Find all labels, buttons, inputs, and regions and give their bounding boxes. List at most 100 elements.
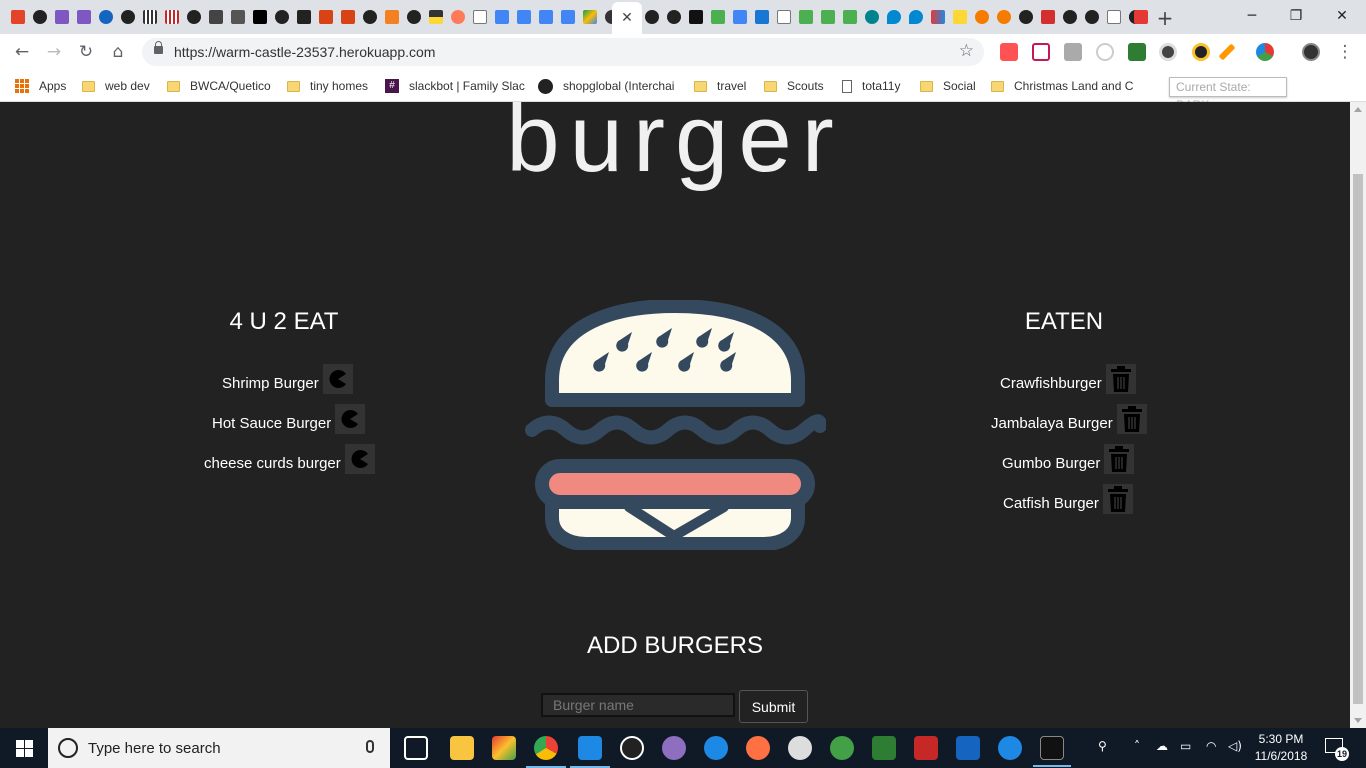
bookmark-folder[interactable]: Scouts	[764, 77, 824, 95]
vscode-icon[interactable]	[570, 736, 610, 768]
tab[interactable]	[686, 5, 706, 29]
chevron-up-icon[interactable]: ˄	[1134, 739, 1140, 753]
forward-button[interactable]: →	[42, 40, 66, 64]
tab[interactable]	[1016, 5, 1036, 29]
tab[interactable]	[74, 5, 94, 29]
tab[interactable]	[1082, 5, 1102, 29]
close-icon[interactable]: ✕	[621, 10, 633, 26]
tab[interactable]	[250, 5, 270, 29]
app-icon[interactable]	[872, 736, 896, 760]
page-scrollbar[interactable]	[1350, 102, 1366, 728]
tab[interactable]	[1132, 5, 1150, 29]
tab[interactable]	[426, 5, 446, 29]
tab[interactable]	[950, 5, 970, 29]
tab[interactable]	[96, 5, 116, 29]
tab[interactable]	[862, 5, 882, 29]
bookmark-link[interactable]: tota11y	[842, 77, 900, 95]
tab[interactable]	[382, 5, 402, 29]
extension-icon[interactable]	[1000, 43, 1018, 61]
tab[interactable]	[972, 5, 992, 29]
tab-active[interactable]: ✕	[612, 2, 642, 34]
tab[interactable]	[448, 5, 468, 29]
bookmark-folder[interactable]: Christmas Land and C	[991, 77, 1133, 95]
tab[interactable]	[884, 5, 904, 29]
atom-icon[interactable]	[830, 736, 854, 760]
bookmark-folder[interactable]: Social	[920, 77, 976, 95]
bookmark-star-icon[interactable]: ☆	[959, 41, 974, 61]
tab[interactable]	[664, 5, 684, 29]
dark-mode-extension-icon[interactable]	[1159, 43, 1177, 61]
delete-button[interactable]	[1105, 364, 1136, 394]
home-button[interactable]: ⌂	[106, 40, 130, 64]
tab[interactable]	[774, 5, 794, 29]
mcafee-icon[interactable]	[914, 736, 938, 760]
tab[interactable]	[818, 5, 838, 29]
extension-icon[interactable]	[1192, 43, 1210, 61]
bookmark-folder[interactable]: tiny homes	[287, 77, 368, 95]
extension-icon[interactable]	[1218, 43, 1236, 61]
tab[interactable]	[994, 5, 1014, 29]
devour-button[interactable]	[335, 404, 366, 434]
wifi-icon[interactable]: ◠	[1206, 739, 1216, 753]
clock[interactable]: 5:30 PM 11/6/2018	[1250, 731, 1312, 765]
extension-icon[interactable]	[1256, 43, 1274, 61]
url-text[interactable]: https://warm-castle-23537.herokuapp.com	[174, 44, 435, 60]
tab[interactable]	[536, 5, 556, 29]
address-bar[interactable]: https://warm-castle-23537.herokuapp.com …	[142, 38, 984, 66]
tab[interactable]	[118, 5, 138, 29]
bookmark-folder[interactable]: web dev	[82, 77, 150, 95]
tab[interactable]	[338, 5, 358, 29]
tab[interactable]	[294, 5, 314, 29]
volume-icon[interactable]: ◁)	[1228, 739, 1242, 753]
tab[interactable]	[30, 5, 50, 29]
bookmark-apps[interactable]: Apps	[15, 77, 66, 95]
bookmark-folder[interactable]: travel	[694, 77, 746, 95]
tab[interactable]	[140, 5, 160, 29]
tab[interactable]	[184, 5, 204, 29]
tab[interactable]	[580, 5, 600, 29]
firefox-icon[interactable]	[704, 736, 728, 760]
app-icon[interactable]	[746, 736, 770, 760]
profile-avatar[interactable]	[1302, 43, 1320, 61]
minimize-button[interactable]: ─	[1232, 4, 1272, 28]
terminal-icon[interactable]	[1033, 736, 1071, 767]
new-tab-button[interactable]: +	[1155, 6, 1175, 30]
tab[interactable]	[470, 5, 490, 29]
tab[interactable]	[514, 5, 534, 29]
bookmark-link[interactable]: # slackbot | Family Slac	[385, 77, 525, 95]
bookmark-folder[interactable]: BWCA/Quetico	[167, 77, 271, 95]
tab[interactable]	[906, 5, 926, 29]
tab[interactable]	[1104, 5, 1124, 29]
file-explorer-icon[interactable]	[450, 736, 474, 760]
github-desktop-icon[interactable]	[662, 736, 686, 760]
microphone-icon[interactable]	[366, 740, 374, 753]
start-button[interactable]	[16, 740, 33, 757]
cors-extension-icon[interactable]	[1128, 43, 1146, 61]
word-icon[interactable]	[956, 736, 980, 760]
tab[interactable]	[272, 5, 292, 29]
extension-icon[interactable]	[1032, 43, 1050, 61]
app-icon[interactable]	[788, 736, 812, 760]
back-button[interactable]: ←	[10, 40, 34, 64]
devour-button[interactable]	[322, 364, 353, 394]
tab[interactable]	[928, 5, 948, 29]
devour-button[interactable]	[344, 444, 375, 474]
tab[interactable]	[752, 5, 772, 29]
task-view-icon[interactable]	[404, 736, 428, 760]
tab[interactable]	[708, 5, 728, 29]
tab[interactable]	[52, 5, 72, 29]
scroll-down-arrow[interactable]	[1354, 718, 1362, 723]
tab[interactable]	[206, 5, 226, 29]
delete-button[interactable]	[1104, 444, 1135, 474]
chrome-icon[interactable]	[526, 736, 566, 768]
tab[interactable]	[558, 5, 578, 29]
extension-icon[interactable]	[1064, 43, 1082, 61]
delete-button[interactable]	[1102, 484, 1133, 514]
extension-icon[interactable]	[1096, 43, 1114, 61]
tab[interactable]	[840, 5, 860, 29]
tab[interactable]	[796, 5, 816, 29]
tab[interactable]	[404, 5, 424, 29]
reload-button[interactable]: ↻	[74, 40, 98, 64]
edge-icon[interactable]	[998, 736, 1022, 760]
burger-name-input[interactable]	[541, 693, 735, 717]
